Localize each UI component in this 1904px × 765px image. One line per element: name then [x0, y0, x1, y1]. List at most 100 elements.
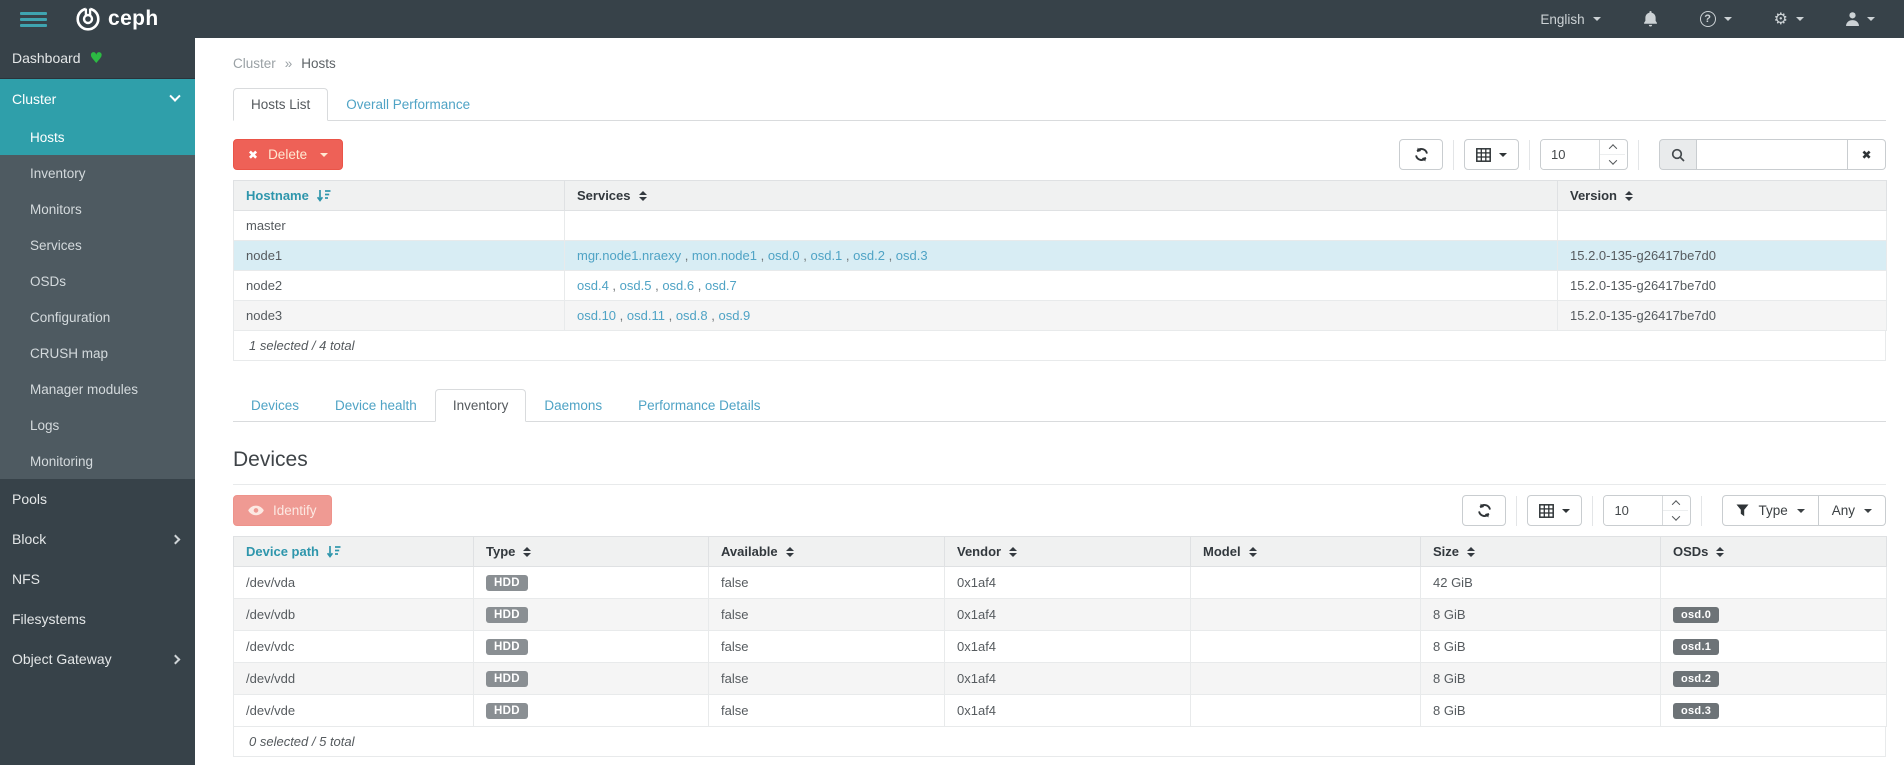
device-row-vde[interactable]: /dev/vde HDD false 0x1af4 8 GiB osd.3 — [233, 694, 1887, 727]
search-input[interactable] — [1696, 139, 1848, 170]
menu-toggle-button[interactable] — [16, 8, 51, 31]
tab-device-health[interactable]: Device health — [317, 389, 435, 422]
notifications-button[interactable] — [1622, 0, 1679, 38]
host-row-node2[interactable]: node2 osd.4osd.5osd.6osd.7 15.2.0-135-g2… — [233, 270, 1887, 301]
sidebar-item-filesystems[interactable]: Filesystems — [0, 599, 195, 639]
device-row-vdd[interactable]: /dev/vdd HDD false 0x1af4 8 GiB osd.2 — [233, 662, 1887, 695]
service-link[interactable]: osd.4 — [577, 278, 609, 293]
service-link[interactable]: mon.node1 — [681, 248, 757, 263]
vendor-cell: 0x1af4 — [944, 598, 1191, 631]
sidebar-item-monitoring[interactable]: Monitoring — [0, 443, 195, 479]
filter-type-dropdown[interactable]: Type — [1722, 495, 1819, 526]
device-row-vdb[interactable]: /dev/vdb HDD false 0x1af4 8 GiB osd.0 — [233, 598, 1887, 631]
service-link[interactable]: osd.6 — [651, 278, 694, 293]
sidebar-item-nfs[interactable]: NFS — [0, 559, 195, 599]
col-header-available[interactable]: Available — [708, 536, 945, 567]
main-content: Cluster » Hosts Hosts List Overall Perfo… — [195, 38, 1904, 765]
osd-badge: osd.0 — [1673, 607, 1720, 623]
tab-performance-details[interactable]: Performance Details — [620, 389, 778, 422]
service-link[interactable]: osd.0 — [757, 248, 800, 263]
columns-dropdown-button[interactable] — [1464, 139, 1519, 170]
sidebar: Dashboard ♥ Cluster Hosts Inventory Moni… — [0, 38, 195, 765]
col-header-hostname[interactable]: Hostname — [233, 180, 565, 211]
host-row-master[interactable]: master — [233, 210, 1887, 241]
size-cell: 8 GiB — [1420, 630, 1661, 663]
service-link[interactable]: mgr.node1.nraexy — [577, 248, 681, 263]
service-link[interactable]: osd.8 — [665, 308, 708, 323]
tab-hosts-list[interactable]: Hosts List — [233, 88, 329, 121]
device-row-vda[interactable]: /dev/vda HDD false 0x1af4 42 GiB — [233, 566, 1887, 599]
service-link[interactable]: osd.3 — [885, 248, 928, 263]
sort-icon — [1009, 546, 1018, 557]
sidebar-item-osds[interactable]: OSDs — [0, 263, 195, 299]
spinner-up-button[interactable] — [1600, 140, 1625, 154]
breadcrumb-separator: » — [284, 55, 293, 71]
identify-button[interactable]: Identify — [233, 495, 332, 526]
user-dropdown[interactable] — [1825, 0, 1896, 38]
col-header-osds[interactable]: OSDs — [1660, 536, 1887, 567]
sidebar-item-cluster[interactable]: Cluster — [0, 79, 195, 119]
x-icon: ✖ — [248, 147, 259, 162]
sidebar-item-dashboard[interactable]: Dashboard ♥ — [0, 38, 195, 78]
hostname-cell: node2 — [233, 270, 565, 301]
type-cell: HDD — [473, 630, 709, 663]
help-dropdown[interactable]: ? — [1679, 0, 1753, 38]
device-row-vdc[interactable]: /dev/vdc HDD false 0x1af4 8 GiB osd.1 — [233, 630, 1887, 663]
service-link[interactable]: osd.5 — [609, 278, 652, 293]
page-size-input[interactable] — [1541, 140, 1599, 169]
spinner-up-button[interactable] — [1663, 496, 1688, 510]
col-header-type[interactable]: Type — [473, 536, 709, 567]
sidebar-item-crush-map[interactable]: CRUSH map — [0, 335, 195, 371]
language-dropdown[interactable]: English — [1519, 0, 1621, 38]
tab-overall-performance[interactable]: Overall Performance — [328, 88, 488, 121]
sidebar-item-monitors[interactable]: Monitors — [0, 191, 195, 227]
page-size-input[interactable] — [1604, 496, 1663, 525]
sidebar-item-pools[interactable]: Pools — [0, 479, 195, 519]
sidebar-item-inventory[interactable]: Inventory — [0, 155, 195, 191]
tab-devices[interactable]: Devices — [233, 389, 317, 422]
col-header-device-path[interactable]: Device path — [233, 536, 474, 567]
language-label: English — [1540, 11, 1585, 27]
chevron-down-icon — [320, 152, 329, 157]
service-link[interactable]: osd.7 — [694, 278, 737, 293]
sidebar-item-services[interactable]: Services — [0, 227, 195, 263]
breadcrumb-section[interactable]: Cluster — [233, 56, 276, 71]
service-link[interactable]: osd.2 — [842, 248, 885, 263]
col-header-version[interactable]: Version — [1557, 180, 1887, 211]
toolbar-divider — [1592, 495, 1594, 526]
sidebar-item-hosts[interactable]: Hosts — [0, 119, 195, 155]
col-header-size[interactable]: Size — [1420, 536, 1661, 567]
col-header-services[interactable]: Services — [564, 180, 1558, 211]
col-header-model[interactable]: Model — [1190, 536, 1421, 567]
host-row-node1[interactable]: node1 mgr.node1.nraexymon.node1osd.0osd.… — [233, 240, 1887, 271]
search-clear-button[interactable]: ✖ — [1848, 139, 1886, 170]
filter-value-dropdown[interactable]: Any — [1818, 495, 1886, 526]
vendor-cell: 0x1af4 — [944, 566, 1191, 599]
sort-icon — [785, 546, 794, 557]
service-link[interactable]: osd.9 — [708, 308, 751, 323]
hosts-toolbar: ✖ Delete 10 ✖ — [233, 139, 1886, 170]
tab-daemons[interactable]: Daemons — [526, 389, 620, 422]
host-row-node3[interactable]: node3 osd.10osd.11osd.8osd.9 15.2.0-135-… — [233, 300, 1887, 331]
sidebar-item-block[interactable]: Block — [0, 519, 195, 559]
col-header-vendor[interactable]: Vendor — [944, 536, 1191, 567]
spinner-down-button[interactable] — [1663, 510, 1689, 525]
sidebar-item-configuration[interactable]: Configuration — [0, 299, 195, 335]
refresh-button[interactable] — [1399, 139, 1443, 170]
sidebar-item-logs[interactable]: Logs — [0, 407, 195, 443]
sidebar-item-object-gateway[interactable]: Object Gateway — [0, 639, 195, 679]
chevron-down-icon — [1796, 508, 1805, 513]
service-link[interactable]: osd.11 — [616, 308, 665, 323]
refresh-button[interactable] — [1462, 495, 1507, 526]
tab-inventory[interactable]: Inventory — [434, 389, 527, 422]
size-cell: 8 GiB — [1420, 598, 1661, 631]
delete-button[interactable]: ✖ Delete — [233, 139, 344, 170]
service-link[interactable]: osd.1 — [800, 248, 843, 263]
device-path-cell: /dev/vdc — [233, 630, 474, 663]
settings-dropdown[interactable]: ⚙ — [1753, 0, 1825, 38]
columns-dropdown-button[interactable] — [1527, 495, 1583, 526]
spinner-down-button[interactable] — [1600, 154, 1625, 169]
service-link[interactable]: osd.10 — [577, 308, 616, 323]
sidebar-item-manager-modules[interactable]: Manager modules — [0, 371, 195, 407]
version-cell: 15.2.0-135-g26417be7d0 — [1557, 300, 1887, 331]
